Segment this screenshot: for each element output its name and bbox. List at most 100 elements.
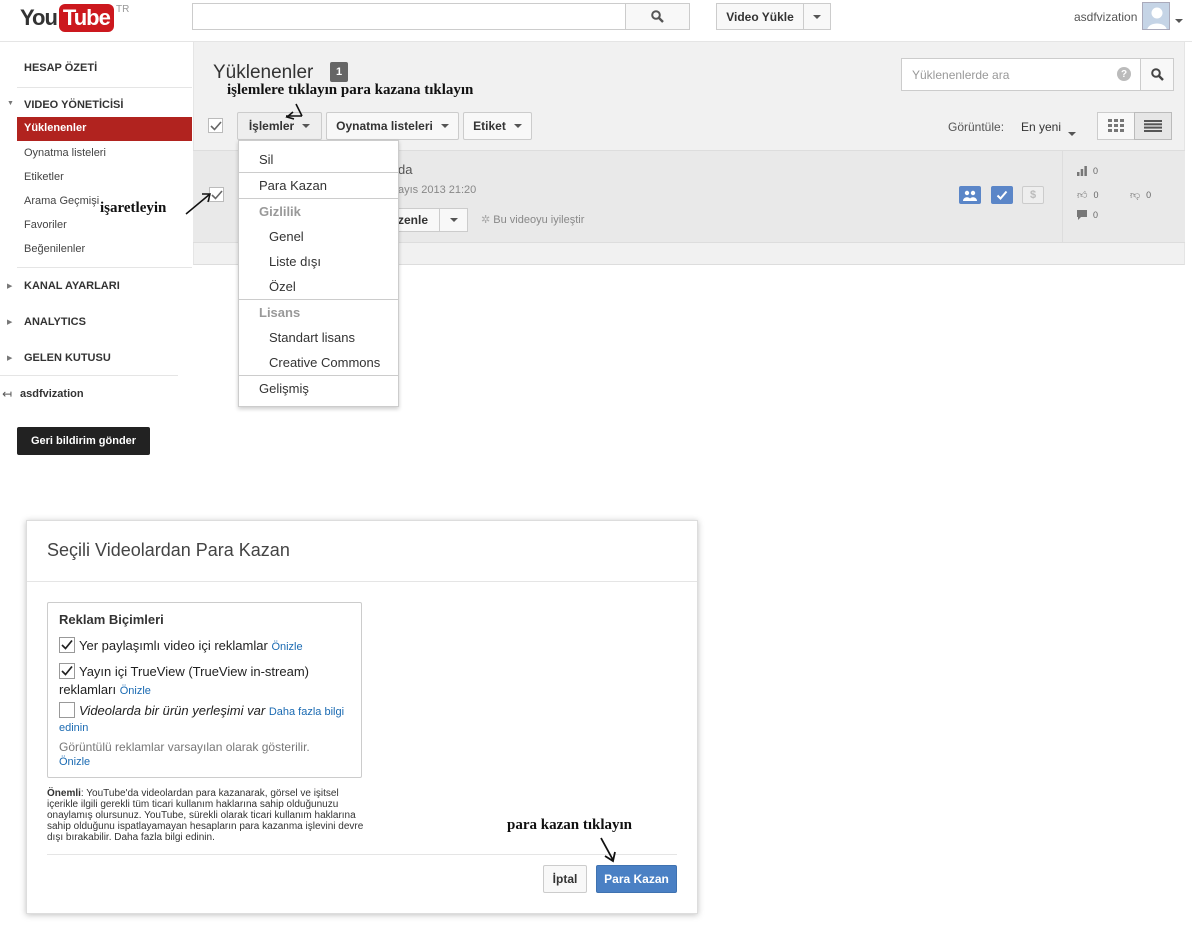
nav-channel-link[interactable]: asdfvization	[20, 388, 84, 400]
menu-item-creative-commons[interactable]: Creative Commons	[269, 355, 380, 370]
youtube-logo[interactable]: You Tube TR	[20, 4, 129, 32]
menu-item-standard-license[interactable]: Standart lisans	[269, 330, 355, 345]
video-title[interactable]: da	[398, 162, 412, 177]
menu-item-monetize[interactable]: Para Kazan	[259, 178, 327, 193]
menu-item-unlisted[interactable]: Liste dışı	[269, 254, 321, 269]
nav-video-manager[interactable]: VIDEO YÖNETİCİSİ	[24, 99, 123, 111]
playlists-label: Oynatma listeleri	[336, 119, 433, 133]
edit-dropdown-button[interactable]	[439, 208, 468, 232]
learn-more-link[interactable]: Daha fazla bilgi	[269, 706, 344, 718]
overlay-ads-checkbox[interactable]	[59, 637, 75, 653]
trueview-ads-label-1: Yayın içi TrueView (TrueView in-stream)	[79, 664, 309, 679]
grid-icon	[1108, 119, 1124, 132]
menu-divider	[239, 375, 398, 376]
logo-you: You	[20, 5, 58, 30]
sidebar-item-favorites[interactable]: Favoriler	[24, 219, 67, 231]
trueview-ads-label-2: reklamları	[59, 682, 117, 697]
chevron-down-icon	[513, 124, 522, 128]
expanded-triangle-icon: ▼	[7, 100, 14, 107]
dialog-divider	[27, 581, 697, 582]
chevron-down-icon	[813, 14, 821, 19]
edit-button[interactable]: zenle	[398, 208, 440, 232]
views-count: 0	[1093, 166, 1099, 176]
menu-divider	[239, 198, 398, 199]
search-icon	[651, 10, 664, 23]
checkmark-icon	[210, 121, 222, 131]
avatar[interactable]	[1142, 2, 1170, 30]
tags-label: Etiket	[473, 119, 506, 133]
trueview-ads-checkbox[interactable]	[59, 663, 75, 679]
collapsed-triangle-icon: ▶	[7, 319, 13, 326]
nav-analytics[interactable]: ANALYTICS	[24, 316, 86, 328]
sidebar-item-liked[interactable]: Beğenilenler	[24, 243, 85, 255]
menu-header-license: Lisans	[259, 305, 301, 320]
username[interactable]: asdfvization	[1074, 10, 1137, 24]
nav-inbox[interactable]: GELEN KUTUSU	[24, 352, 111, 364]
feedback-button[interactable]: Geri bildirim gönder	[17, 427, 150, 455]
menu-item-private[interactable]: Özel	[269, 279, 296, 294]
annotation-top: işlemlere tıklayın para kazana tıklayın	[227, 82, 474, 98]
search-input[interactable]	[192, 3, 626, 30]
help-icon[interactable]: ?	[1117, 67, 1131, 81]
sidebar-item-search-history[interactable]: Arama Geçmişi	[24, 195, 99, 207]
nav-channel-settings[interactable]: KANAL AYARLARI	[24, 280, 120, 292]
search-button[interactable]	[625, 3, 690, 30]
uploads-search-input[interactable]: Yüklenenlerde ara	[901, 58, 1141, 91]
thumbs-up-icon: 👍︎	[1077, 190, 1088, 201]
improve-label: Bu videoyu iyileştir	[493, 214, 585, 226]
sidebar-item-tags[interactable]: Etiketler	[24, 171, 64, 183]
menu-item-delete[interactable]: Sil	[259, 152, 273, 167]
uploads-search-button[interactable]	[1140, 58, 1174, 91]
list-view-button[interactable]	[1134, 112, 1172, 140]
collapsed-triangle-icon: ▶	[7, 283, 13, 290]
annotation-arrow-bottom	[600, 837, 616, 863]
annotation-check: işaretleyin	[100, 200, 167, 216]
upload-dropdown-button[interactable]	[803, 3, 831, 30]
sort-dropdown[interactable]: En yeni	[1021, 120, 1061, 134]
preview-link[interactable]: Önizle	[271, 641, 302, 653]
playlists-button[interactable]: Oynatma listeleri	[326, 112, 459, 140]
bar-chart-icon	[1077, 166, 1087, 176]
sidebar-item-playlists[interactable]: Oynatma listeleri	[24, 147, 106, 159]
tags-button[interactable]: Etiket	[463, 112, 532, 140]
comments-stat: 0	[1077, 210, 1098, 220]
preview-link[interactable]: Önizle	[120, 685, 151, 697]
preview-link[interactable]: Önizle	[59, 756, 90, 768]
sidebar-item-uploads[interactable]: Yüklenenler	[17, 117, 192, 141]
chevron-down-icon	[449, 218, 458, 222]
cancel-button[interactable]: İptal	[543, 865, 587, 893]
menu-divider	[239, 172, 398, 173]
ad-formats-title: Reklam Biçimleri	[59, 612, 164, 627]
learn-more-link-cont[interactable]: edinin	[59, 722, 88, 734]
important-notice: Önemli: YouTube'da videolardan para kaza…	[47, 788, 367, 843]
improve-video-link[interactable]: ✲ Bu videoyu iyileştir	[481, 213, 584, 226]
chevron-down-icon[interactable]	[1068, 125, 1076, 139]
account-chevron-icon[interactable]	[1175, 12, 1183, 26]
magic-wand-icon: ✲	[481, 214, 491, 226]
menu-item-advanced[interactable]: Gelişmiş	[259, 381, 309, 396]
back-arrow-icon: ↤	[2, 387, 13, 401]
comment-icon	[1077, 210, 1087, 220]
actions-label: İşlemler	[248, 119, 295, 133]
search-icon	[1150, 68, 1164, 81]
important-text: : YouTube'da videolardan para kazanarak,…	[47, 788, 364, 843]
grid-view-button[interactable]	[1097, 112, 1135, 140]
sort-label: Görüntüle:	[948, 120, 1005, 134]
dislikes-count: 0	[1146, 190, 1152, 200]
nav-account-overview[interactable]: HESAP ÖZETİ	[24, 62, 97, 74]
sidebar-item-label: Yüklenenler	[24, 122, 87, 134]
user-silhouette-icon	[1143, 3, 1169, 29]
menu-divider	[239, 299, 398, 300]
product-placement-option: Videolarda bir ürün yerleşimi var Daha f…	[79, 701, 359, 722]
public-status-icon[interactable]	[959, 186, 981, 204]
approved-check-icon[interactable]	[991, 186, 1013, 204]
product-placement-label: Videolarda bir ürün yerleşimi var	[79, 703, 266, 718]
monetization-dollar-icon[interactable]: $	[1022, 186, 1044, 204]
product-placement-checkbox[interactable]	[59, 702, 75, 718]
checkmark-icon	[61, 639, 73, 650]
menu-item-public[interactable]: Genel	[269, 229, 304, 244]
overlay-ads-label: Yer paylaşımlı video içi reklamlar	[79, 638, 268, 653]
select-all-checkbox[interactable]	[208, 118, 223, 133]
upload-button[interactable]: Video Yükle	[716, 3, 804, 30]
monetize-button[interactable]: Para Kazan	[596, 865, 677, 893]
